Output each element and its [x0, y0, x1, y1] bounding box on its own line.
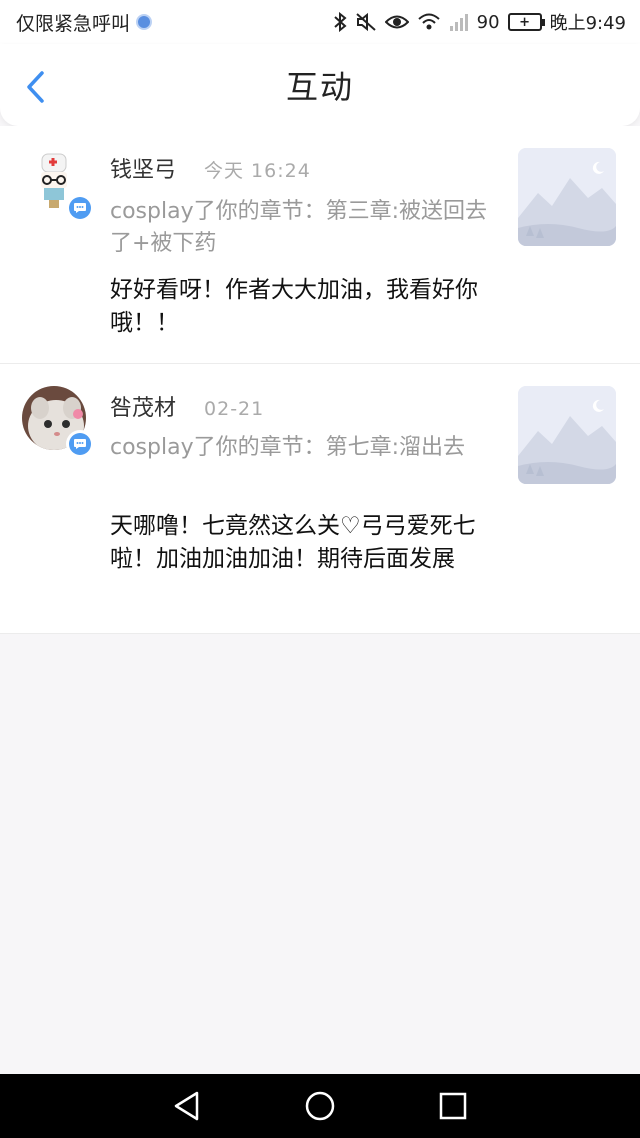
back-button[interactable]	[18, 70, 52, 104]
header: 互动	[0, 44, 640, 126]
page-title: 互动	[285, 68, 354, 106]
comment-text: 天哪噜！七竟然这么关♡弓弓爱死七啦！加油加油加油！期待后面发展	[110, 513, 476, 572]
vpn-icon	[136, 14, 153, 30]
battery-percent: 90	[476, 11, 500, 33]
comment-text: 好好看呀！作者大大加油，我看好你哦！！	[110, 277, 478, 336]
chat-bubble-icon	[69, 197, 91, 219]
chevron-left-icon	[27, 71, 44, 103]
status-left: 仅限紧急呼叫	[16, 9, 153, 36]
bluetooth-icon	[334, 12, 347, 32]
eye-icon	[384, 15, 409, 29]
system-nav-bar	[0, 1074, 640, 1138]
name-row: 钱坚弓 今天 16:24	[110, 152, 311, 184]
nav-recent-button[interactable]	[433, 1086, 473, 1126]
user-name[interactable]: 钱坚弓	[110, 152, 176, 184]
square-recent-icon	[440, 1092, 467, 1120]
list-item[interactable]: 咎茂材 02-21 cosplay了你的章节：第七章:溜出去 天哪噜！七竟然这么…	[0, 364, 640, 634]
mountain-placeholder-icon	[518, 148, 616, 246]
battery-charging-label: +	[519, 14, 531, 30]
triangle-back-icon	[174, 1091, 198, 1121]
carrier-text: 仅限紧急呼叫	[16, 12, 131, 35]
mute-icon	[356, 12, 376, 32]
battery-icon: +	[507, 13, 545, 31]
signal-icon	[449, 14, 468, 31]
chapter-thumbnail[interactable]	[518, 148, 616, 246]
clock: 晚上9:49	[549, 13, 626, 34]
mountain-placeholder-icon	[518, 386, 616, 484]
nav-back-button[interactable]	[167, 1086, 207, 1126]
circle-home-icon	[305, 1091, 335, 1121]
status-right: 90 + 晚上9:49	[333, 9, 626, 35]
comment-badge	[66, 430, 94, 458]
name-row: 咎茂材 02-21	[110, 390, 264, 422]
chapter-text[interactable]: cosplay了你的章节：第三章:被送回去了+被下药	[110, 196, 490, 260]
avatar-wrap[interactable]	[22, 386, 94, 458]
wifi-icon	[418, 13, 440, 30]
interaction-list: 钱坚弓 今天 16:24 cosplay了你的章节：第三章:被送回去了+被下药 …	[0, 126, 640, 634]
timestamp: 今天 16:24	[204, 160, 311, 182]
user-name[interactable]: 咎茂材	[110, 390, 176, 422]
chat-bubble-icon	[69, 433, 91, 455]
status-bar: 仅限紧急呼叫 90 + 晚上9:49	[0, 0, 640, 44]
comment-badge	[66, 194, 94, 222]
chapter-text[interactable]: cosplay了你的章节：第七章:溜出去	[110, 432, 490, 464]
avatar-wrap[interactable]	[22, 150, 94, 222]
nav-home-button[interactable]	[300, 1086, 340, 1126]
timestamp: 02-21	[204, 398, 265, 420]
chapter-thumbnail[interactable]	[518, 386, 616, 484]
list-item[interactable]: 钱坚弓 今天 16:24 cosplay了你的章节：第三章:被送回去了+被下药 …	[0, 126, 640, 364]
